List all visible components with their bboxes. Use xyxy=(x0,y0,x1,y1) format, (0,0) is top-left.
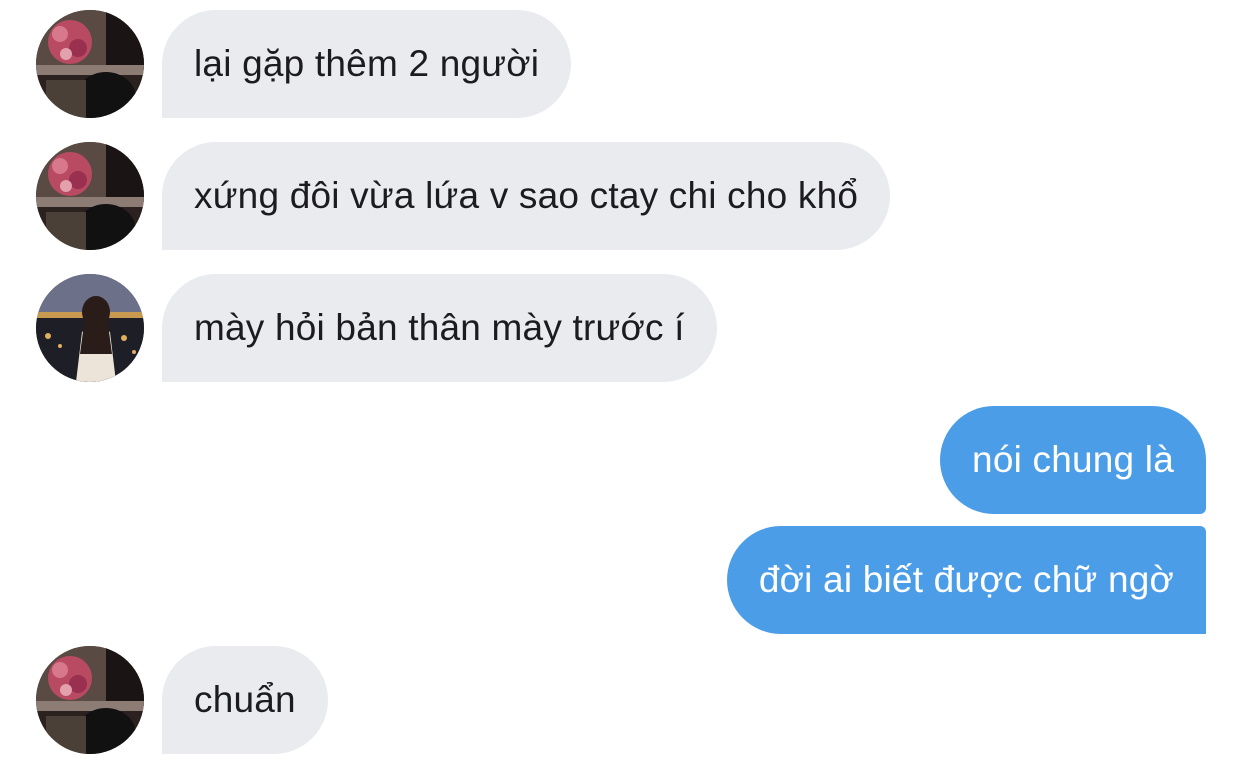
avatar-flowers-girl-image xyxy=(36,142,144,250)
avatar[interactable] xyxy=(36,274,144,382)
avatar[interactable] xyxy=(36,142,144,250)
message-text: nói chung là xyxy=(972,439,1174,480)
incoming-message-bubble[interactable]: lại gặp thêm 2 người xyxy=(162,10,572,118)
message-text: chuẩn xyxy=(194,679,296,720)
message-text: đời ai biết được chữ ngờ xyxy=(758,559,1174,600)
incoming-message-bubble[interactable]: chuẩn xyxy=(162,646,328,754)
chat-thread: lại gặp thêm 2 người xứng đôi vừa lứa v … xyxy=(0,0,1242,784)
message-text: lại gặp thêm 2 người xyxy=(194,43,540,84)
avatar[interactable] xyxy=(36,10,144,118)
avatar-flowers-girl-image xyxy=(36,10,144,118)
message-text: xứng đôi vừa lứa v sao ctay chi cho khổ xyxy=(194,175,859,216)
incoming-message-bubble[interactable]: xứng đôi vừa lứa v sao ctay chi cho khổ xyxy=(162,142,891,250)
avatar-girl-night-river-image xyxy=(36,274,144,382)
message-text: mày hỏi bản thân mày trước í xyxy=(194,307,685,348)
avatar[interactable] xyxy=(36,646,144,754)
incoming-message-bubble[interactable]: mày hỏi bản thân mày trước í xyxy=(162,274,717,382)
outgoing-message-bubble[interactable]: đời ai biết được chữ ngờ xyxy=(726,526,1206,634)
avatar-flowers-girl-image xyxy=(36,646,144,754)
outgoing-message-bubble[interactable]: nói chung là xyxy=(940,406,1206,514)
